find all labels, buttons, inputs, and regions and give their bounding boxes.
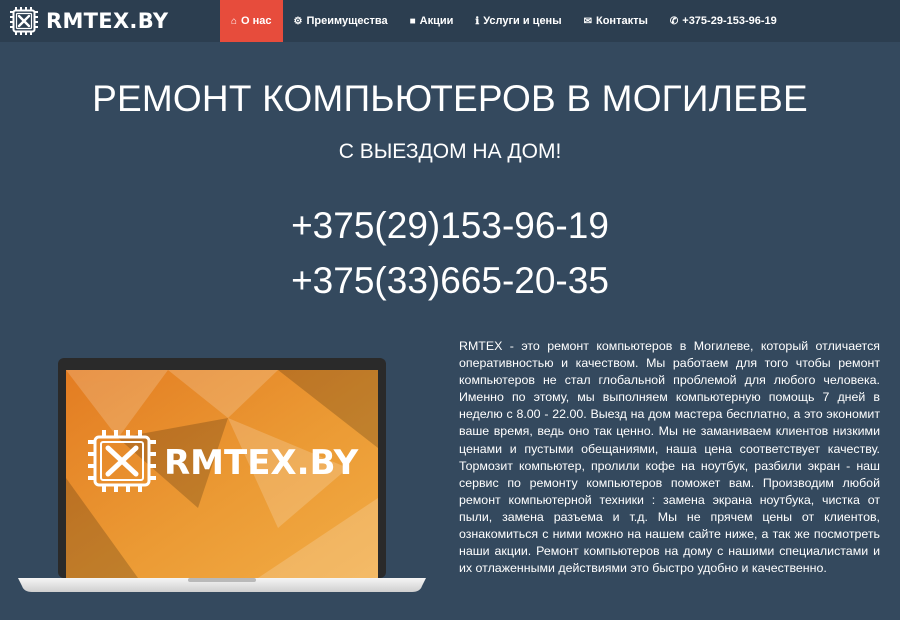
main-nav: ⌂ О нас ⚙ Преимущества ■ Акции ℹ Услуги … bbox=[220, 0, 788, 42]
nav-item-contacts[interactable]: ✉ Контакты bbox=[573, 0, 659, 42]
nav-label: +375-29-153-96-19 bbox=[682, 15, 777, 27]
nav-label: О нас bbox=[241, 15, 272, 27]
nav-label: Услуги и цены bbox=[483, 15, 562, 27]
chip-tools-icon bbox=[10, 7, 38, 35]
nav-label: Контакты bbox=[596, 15, 648, 27]
about-description: RMTEX - это ремонт компьютеров в Могилев… bbox=[459, 339, 880, 576]
nav-item-advantages[interactable]: ⚙ Преимущества bbox=[283, 0, 399, 42]
brand-logo[interactable]: RMTEX.BY bbox=[7, 4, 168, 38]
phone-icon: ✆ bbox=[669, 15, 679, 27]
nav-item-services[interactable]: ℹ Услуги и цены bbox=[464, 0, 572, 42]
nav-item-about[interactable]: ⌂ О нас bbox=[220, 0, 283, 42]
info-icon: ℹ bbox=[475, 15, 480, 27]
laptop-screen-logo: RMTEX.BY bbox=[164, 443, 359, 483]
phone-number-1[interactable]: +375(29)153-96-19 bbox=[0, 205, 900, 247]
top-navbar: RMTEX.BY ⌂ О нас ⚙ Преимущества ■ Акции … bbox=[0, 0, 900, 42]
puzzle-icon: ■ bbox=[409, 15, 416, 27]
home-icon: ⌂ bbox=[231, 15, 238, 27]
nav-label: Акции bbox=[419, 15, 454, 27]
laptop-image: RMTEX.BY bbox=[18, 358, 426, 592]
brand-name: RMTEX.BY bbox=[46, 9, 169, 33]
page-title: РЕМОНТ КОМПЬЮТЕРОВ В МОГИЛЕВЕ bbox=[92, 78, 808, 119]
envelope-icon: ✉ bbox=[583, 15, 592, 27]
nav-item-phone[interactable]: ✆ +375-29-153-96-19 bbox=[659, 0, 788, 42]
nav-label: Преимущества bbox=[306, 15, 388, 27]
phone-number-2[interactable]: +375(33)665-20-35 bbox=[0, 260, 900, 302]
page-subtitle: С ВЫЕЗДОМ НА ДОМ! bbox=[338, 140, 562, 163]
nav-item-promos[interactable]: ■ Акции bbox=[399, 0, 465, 42]
cogs-icon: ⚙ bbox=[293, 15, 303, 27]
